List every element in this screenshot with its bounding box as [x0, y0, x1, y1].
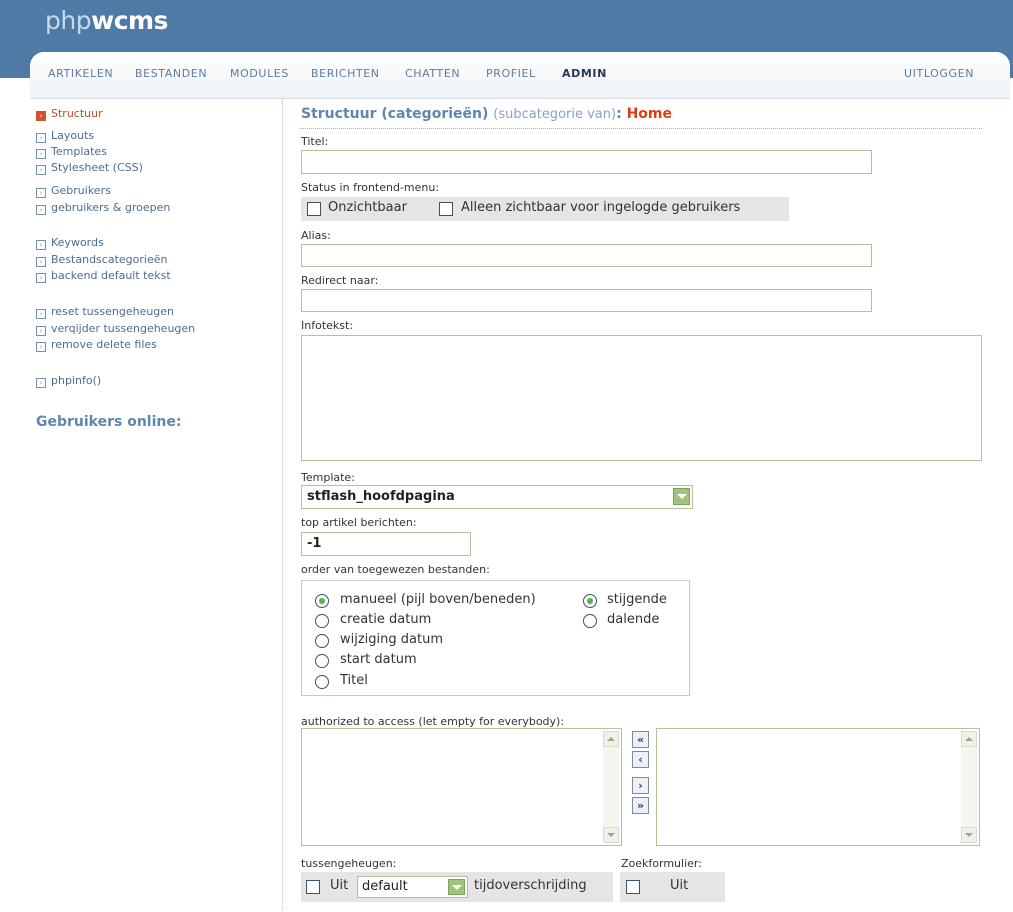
infotekst-textarea[interactable] [301, 335, 982, 461]
title-divider [300, 128, 982, 129]
arrow-box-icon: › [36, 188, 46, 198]
page-title: Structuur (categorieën) (subcategorie va… [301, 106, 672, 122]
arrow-box-icon: › [36, 326, 46, 336]
arrow-box-icon: › [36, 149, 46, 159]
alias-field[interactable] [301, 244, 872, 267]
redirect-field[interactable] [301, 289, 872, 312]
arrow-box-icon: › [36, 111, 46, 121]
move-left-button[interactable]: ‹ [632, 751, 649, 768]
scroll-down-icon[interactable] [961, 827, 977, 843]
direction-dalende-label: dalende [607, 612, 660, 627]
users-online-heading: Gebruikers online: [36, 414, 182, 430]
order-creatie-label: creatie datum [340, 612, 432, 627]
phpwcms-logo[interactable]: phpwcms [45, 6, 168, 35]
ingelogde-gebruikers-label: Alleen zichtbaar voor ingelogde gebruike… [461, 200, 741, 215]
nav-chatten[interactable]: CHATTEN [405, 67, 460, 80]
direction-stijgende-radio[interactable] [583, 594, 597, 608]
dropdown-arrow-icon[interactable] [673, 488, 690, 505]
top-artikel-field[interactable]: -1 [301, 532, 471, 556]
scroll-up-icon[interactable] [603, 731, 619, 747]
order-titel-label: Titel [340, 673, 368, 688]
redirect-label: Redirect naar: [301, 274, 379, 287]
nav-artikelen[interactable]: ARTIKELEN [48, 67, 113, 80]
tussengeheugen-label: tussengeheugen: [301, 857, 397, 870]
sidebar-item-backend-default-tekst[interactable]: › backend default tekst [36, 269, 171, 283]
sidebar-item-templates[interactable]: › Templates [36, 145, 107, 159]
order-wijziging-radio[interactable] [315, 634, 329, 648]
zoekformulier-label: Zoekformulier: [621, 857, 702, 870]
access-label: authorized to access (let empty for ever… [301, 715, 565, 728]
sidebar-item-bestandscategorieen[interactable]: › Bestandscategorieën [36, 253, 167, 267]
top-artikel-label: top artikel berichten: [301, 516, 417, 529]
arrow-box-icon: › [36, 273, 46, 283]
sidebar-item-layouts[interactable]: › Layouts [36, 129, 94, 143]
arrow-box-icon: › [36, 342, 46, 352]
order-titel-radio[interactable] [315, 675, 329, 689]
direction-dalende-radio[interactable] [583, 614, 597, 628]
arrow-box-icon: › [36, 378, 46, 388]
dropdown-arrow-icon[interactable] [448, 879, 465, 895]
arrow-box-icon: › [36, 257, 46, 267]
cache-uit-checkbox[interactable] [306, 880, 320, 894]
nav-admin[interactable]: ADMIN [562, 67, 607, 80]
arrow-box-icon: › [36, 133, 46, 143]
move-right-button[interactable]: › [632, 777, 649, 794]
titel-field[interactable] [301, 150, 872, 174]
order-start-label: start datum [340, 652, 417, 667]
order-manueel-radio[interactable] [315, 594, 329, 608]
order-creatie-radio[interactable] [315, 614, 329, 628]
order-manueel-label: manueel (pijl boven/beneden) [340, 592, 536, 607]
template-label: Template: [301, 471, 355, 484]
status-label: Status in frontend-menu: [301, 181, 440, 194]
arrow-box-icon: › [36, 309, 46, 319]
ingelogde-gebruikers-checkbox[interactable] [439, 202, 453, 216]
nav-modules[interactable]: MODULES [230, 67, 289, 80]
nav-bestanden[interactable]: BESTANDEN [135, 67, 207, 80]
sidebar-item-keywords[interactable]: › Keywords [36, 236, 104, 250]
scroll-up-icon[interactable] [961, 731, 977, 747]
infotekst-label: Infotekst: [301, 319, 354, 332]
order-wijziging-label: wijziging datum [340, 632, 443, 647]
available-users-list[interactable] [301, 728, 622, 846]
cache-select[interactable]: default [357, 876, 468, 898]
direction-stijgende-label: stijgende [607, 592, 667, 607]
move-all-right-button[interactable]: » [632, 797, 649, 814]
sidebar-item-reset-tussengeheugen[interactable]: › reset tussengeheugen [36, 305, 174, 319]
authorized-users-list[interactable] [656, 728, 980, 846]
order-start-radio[interactable] [315, 654, 329, 668]
sidebar-item-gebruikers-groepen[interactable]: › gebruikers & groepen [36, 201, 170, 215]
tijdoverschrijding-label: tijdoverschrijding [474, 878, 587, 893]
sidebar-item-phpinfo[interactable]: › phpinfo() [36, 374, 101, 388]
sidebar-item-structuur[interactable]: › Structuur [36, 107, 103, 121]
titel-label: Titel: [301, 135, 329, 148]
order-label: order van toegewezen bestanden: [301, 563, 490, 576]
alias-label: Alias: [301, 229, 331, 242]
column-divider [282, 100, 283, 910]
onzichtbaar-checkbox[interactable] [307, 202, 321, 216]
nav-berichten[interactable]: BERICHTEN [311, 67, 380, 80]
sidebar-item-stylesheet[interactable]: › Stylesheet (CSS) [36, 161, 143, 175]
logout-link[interactable]: UITLOGGEN [904, 67, 974, 80]
arrow-box-icon: › [36, 205, 46, 215]
zoekformulier-uit-checkbox[interactable] [626, 880, 640, 894]
nav-profiel[interactable]: PROFIEL [486, 67, 536, 80]
zoekformulier-uit-label: Uit [670, 878, 689, 893]
sidebar-item-remove-delete-files[interactable]: › remove delete files [36, 338, 157, 352]
template-select[interactable]: stflash_hoofdpagina [301, 485, 693, 509]
sidebar-item-verqijder-tussengeheugen[interactable]: › verqijder tussengeheugen [36, 322, 195, 336]
scroll-down-icon[interactable] [603, 827, 619, 843]
arrow-box-icon: › [36, 240, 46, 250]
cache-uit-label: Uit [330, 878, 349, 893]
arrow-box-icon: › [36, 165, 46, 175]
onzichtbaar-label: Onzichtbaar [328, 200, 407, 215]
move-all-left-button[interactable]: « [632, 731, 649, 748]
sidebar-item-gebruikers[interactable]: › Gebruikers [36, 184, 111, 198]
